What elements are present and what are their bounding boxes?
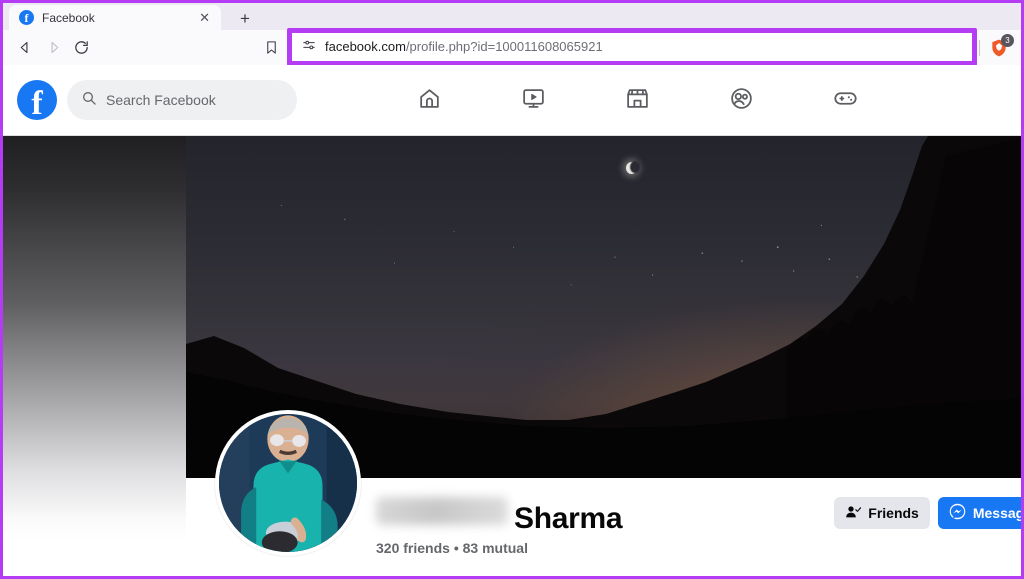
url-path: /profile.php?id=100011608065921 [405,39,603,54]
friends-button[interactable]: Friends [834,497,930,529]
page-left-gutter [3,136,186,576]
browser-window: f Facebook ✕ + facebook.com/profile.php?… [0,0,1024,579]
reload-icon[interactable] [67,34,95,62]
search-input[interactable] [106,92,283,108]
bookmark-icon[interactable] [257,34,285,62]
url-host: facebook.com [325,39,406,54]
avatar-image [219,414,357,552]
nav-home[interactable] [406,78,452,124]
profile-name-block: Sharma 320 friends • 83 mutual [376,497,623,556]
message-button[interactable]: Message [937,497,1021,529]
search-icon [81,90,97,111]
back-arrow-icon[interactable] [11,34,39,62]
nav-marketplace[interactable] [614,78,660,124]
marketplace-icon [625,86,650,116]
message-button-label: Message [972,505,1021,521]
url-text: facebook.com/profile.php?id=100011608065… [325,39,603,54]
shield-badge: 3 [1001,33,1014,47]
browser-toolbar: facebook.com/profile.php?id=100011608065… [3,27,1021,66]
browser-tab-facebook[interactable]: f Facebook ✕ [9,5,221,30]
toolbar-divider [979,39,980,56]
friends-button-label: Friends [868,505,919,521]
friends-count[interactable]: 320 friends • 83 mutual [376,540,622,556]
name-first-blurred [376,497,508,525]
profile-name-line: Sharma [376,497,623,536]
site-settings-icon[interactable] [302,38,316,55]
messenger-icon [949,503,966,523]
facebook-nav-icons [406,65,868,136]
search-facebook-box[interactable] [67,80,297,120]
new-tab-button[interactable]: + [233,10,257,27]
close-icon[interactable]: ✕ [196,10,213,26]
nav-video[interactable] [510,78,556,124]
profile-action-buttons: Friends Message [834,497,1021,529]
page-title: Sharma [514,502,623,535]
brave-shield-icon[interactable]: 3 [987,33,1014,60]
home-icon [417,86,442,116]
facebook-top-nav: f [3,65,1021,136]
forward-arrow-icon [39,34,67,62]
address-bar-region: facebook.com/profile.php?id=100011608065… [287,27,977,66]
nav-groups[interactable] [718,78,764,124]
video-icon [521,86,546,116]
tab-strip: f Facebook ✕ + [3,3,1021,30]
profile-page: Sharma 320 friends • 83 mutual Friends M… [3,136,1021,576]
tab-title: Facebook [42,10,95,25]
friend-check-icon [845,504,862,523]
facebook-favicon-icon: f [19,10,34,25]
groups-icon [729,86,754,116]
nav-gaming[interactable] [822,78,868,124]
facebook-logo-icon[interactable]: f [17,80,57,120]
address-bar[interactable]: facebook.com/profile.php?id=100011608065… [292,32,972,61]
avatar[interactable] [215,410,361,556]
gaming-icon [833,86,858,116]
profile-header: Sharma 320 friends • 83 mutual Friends M… [186,410,1021,576]
